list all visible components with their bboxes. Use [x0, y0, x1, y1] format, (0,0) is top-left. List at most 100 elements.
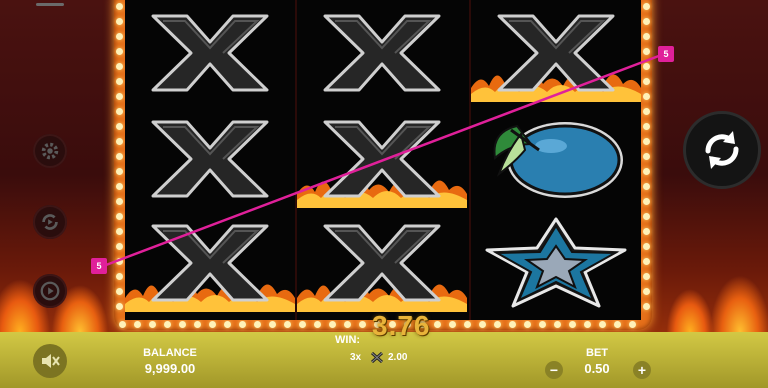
- frame-bulb: [253, 320, 261, 328]
- menu-button[interactable]: [36, 0, 64, 14]
- reel-1-row-3-x-symbol: [125, 210, 295, 316]
- frame-bulb: [115, 32, 123, 40]
- balance-value: 9,999.00: [144, 361, 196, 376]
- frame-bulb: [115, 2, 123, 10]
- frame-bulb: [642, 107, 650, 115]
- frame-bulb: [642, 122, 650, 130]
- frame-bulb: [343, 320, 351, 328]
- frame-bulb: [115, 92, 123, 100]
- frame-bulb: [598, 320, 606, 328]
- reel-3-row-2-plum-symbol: [471, 106, 641, 212]
- frame-bulb: [115, 212, 123, 220]
- autoplay-icon: [42, 214, 58, 230]
- reel-3-row-3-star-symbol: [471, 210, 641, 316]
- bet-label: BET: [586, 347, 608, 359]
- frame-bulb: [433, 320, 441, 328]
- spin-icon: [705, 131, 739, 169]
- frame-bulb: [642, 152, 650, 160]
- frame-bulb: [642, 77, 650, 85]
- frame-bulb: [613, 320, 621, 328]
- frame-bulb: [642, 167, 650, 175]
- frame-bulb: [115, 227, 123, 235]
- frame-bulb: [283, 320, 291, 328]
- frame-bulb: [118, 320, 126, 328]
- frame-bulb: [642, 47, 650, 55]
- x-symbol-mini-icon: [371, 352, 383, 363]
- sound-muted-icon: [42, 354, 60, 368]
- frame-bulb: [523, 320, 531, 328]
- frame-bulb: [115, 152, 123, 160]
- frame-bulb: [642, 257, 650, 265]
- frame-bulb: [208, 320, 216, 328]
- win-line-value: 2.00: [388, 352, 408, 363]
- frame-bulb: [115, 302, 123, 310]
- frame-bulb: [115, 17, 123, 25]
- frame-bulb: [538, 320, 546, 328]
- play-info-icon: [40, 281, 60, 301]
- frame-bulb: [508, 320, 516, 328]
- reel-1-row-2-x-symbol: [125, 106, 295, 212]
- frame-bulb: [642, 212, 650, 220]
- balance-label: BALANCE: [143, 347, 197, 359]
- frame-bulb: [642, 242, 650, 250]
- reel-2-row-2-x-symbol: [297, 106, 467, 212]
- reel-1-row-1-x-symbol: [125, 0, 295, 106]
- reel-grid: [125, 0, 641, 320]
- frame-bulb: [115, 197, 123, 205]
- frame-bulb: [115, 77, 123, 85]
- frame-bulb: [628, 320, 636, 328]
- frame-bulb: [115, 287, 123, 295]
- frame-bulb: [642, 287, 650, 295]
- win-multiplier: 3x: [350, 352, 362, 363]
- bet-value: 0.50: [584, 361, 610, 376]
- frame-bulb: [463, 320, 471, 328]
- gear-icon: [41, 142, 59, 160]
- frame-bulb: [238, 320, 246, 328]
- frame-bulb: [642, 227, 650, 235]
- frame-bulb: [642, 197, 650, 205]
- bet-decrease-button[interactable]: −: [545, 361, 563, 379]
- frame-bulb: [568, 320, 576, 328]
- frame-bulb: [642, 32, 650, 40]
- bet-increase-button[interactable]: +: [633, 361, 651, 379]
- frame-bulb: [642, 92, 650, 100]
- frame-bulb: [268, 320, 276, 328]
- autoplay-button[interactable]: [33, 205, 67, 239]
- frame-bulb: [115, 122, 123, 130]
- frame-bulb: [115, 242, 123, 250]
- frame-bulb: [178, 320, 186, 328]
- frame-bulb: [115, 272, 123, 280]
- frame-bulb: [115, 137, 123, 145]
- frame-bulb: [163, 320, 171, 328]
- frame-bulb: [553, 320, 561, 328]
- frame-bulb: [115, 107, 123, 115]
- payline-marker-right: 5: [658, 46, 674, 62]
- frame-bulb: [328, 320, 336, 328]
- info-button[interactable]: [33, 274, 67, 308]
- frame-bulb: [115, 257, 123, 265]
- frame-bulb: [115, 182, 123, 190]
- spin-button[interactable]: [683, 111, 761, 189]
- frame-bulb: [583, 320, 591, 328]
- frame-bulb: [642, 2, 650, 10]
- frame-bulb: [313, 320, 321, 328]
- settings-button[interactable]: [33, 134, 67, 168]
- frame-bulb: [358, 320, 366, 328]
- frame-bulb: [448, 320, 456, 328]
- frame-bulb: [223, 320, 231, 328]
- frame-bulb: [642, 272, 650, 280]
- frame-bulb: [642, 182, 650, 190]
- win-amount: 3.76: [372, 310, 431, 341]
- win-label: WIN:: [335, 334, 361, 346]
- frame-bulb: [148, 320, 156, 328]
- menu-icon-bar: [36, 3, 64, 6]
- sound-button[interactable]: [33, 344, 67, 378]
- frame-bulb: [115, 167, 123, 175]
- frame-bulb: [642, 17, 650, 25]
- frame-bulb: [133, 320, 141, 328]
- reel-2-row-1-x-symbol: [297, 0, 467, 106]
- frame-bulb: [115, 62, 123, 70]
- frame-bulb: [642, 137, 650, 145]
- reel-3-row-1-x-symbol: [471, 0, 641, 106]
- frame-bulb: [115, 47, 123, 55]
